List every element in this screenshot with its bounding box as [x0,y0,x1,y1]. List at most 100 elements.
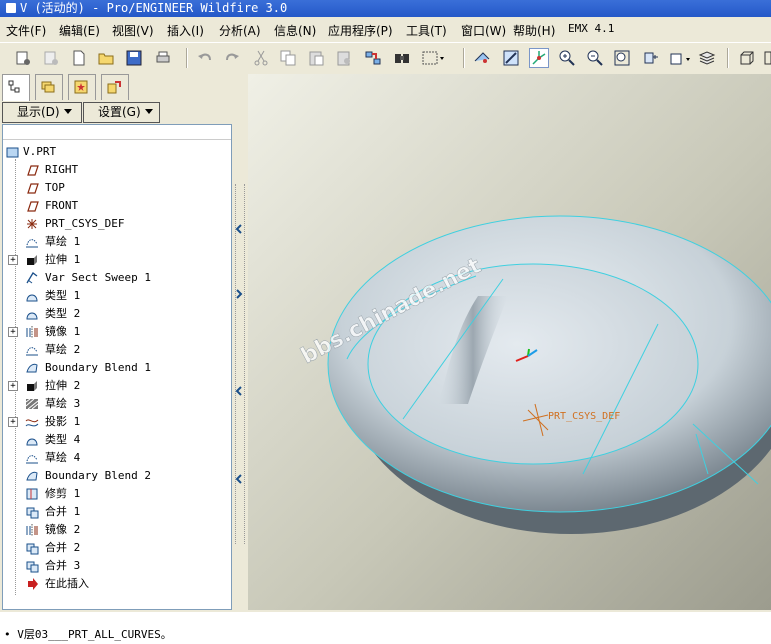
paste-icon[interactable] [307,49,325,67]
new-session-icon[interactable] [14,49,32,67]
boundary-blend-icon [26,471,38,481]
boundary-blend-icon [26,363,38,373]
copy-icon[interactable] [279,49,297,67]
tree-item-label: 草绘 3 [45,397,81,410]
menu-window[interactable]: 窗口(W) [461,22,506,39]
toolbar-overflow-icon[interactable] [763,49,771,67]
project-icon [25,419,39,427]
undo-icon[interactable] [196,49,214,67]
trim-icon [26,488,38,500]
layers-icon[interactable] [698,49,716,67]
zoom-in-icon[interactable] [558,49,576,67]
print-icon[interactable] [154,49,172,67]
tree-item-mirror[interactable]: + 镜像 1 [3,323,229,341]
find-icon[interactable] [393,49,411,67]
tree-item-sketch[interactable]: 草绘 2 [3,341,229,359]
graphics-window[interactable]: PRT_CSYS_DEF bbs.chinade.net [248,74,771,610]
orient-icon[interactable] [641,49,659,67]
menu-insert[interactable]: 插入(I) [167,22,204,39]
expand-icon[interactable]: + [8,255,18,265]
menu-emx[interactable]: EMX 4.1 [568,22,614,35]
refit-icon[interactable] [473,49,491,67]
repaint-icon[interactable] [502,49,520,67]
tree-item-label: 类型 4 [45,433,81,446]
tree-root[interactable]: V.PRT [3,143,229,161]
model-view[interactable]: PRT_CSYS_DEF bbs.chinade.net [248,74,771,610]
cut-icon[interactable] [252,49,270,67]
tree-item-csys[interactable]: PRT_CSYS_DEF [3,215,229,233]
tree-item-datum-plane[interactable]: TOP [3,179,229,197]
tree-item-sketch[interactable]: 草绘 4 [3,449,229,467]
tree-item-extrude[interactable]: + 拉伸 1 [3,251,229,269]
surface-icon [26,438,38,446]
open-file-disabled-icon[interactable] [42,49,60,67]
merge-icon [26,561,39,573]
menu-tools[interactable]: 工具(T) [406,22,447,39]
tree-item-sketch[interactable]: 草绘 1 [3,233,229,251]
menu-file[interactable]: 文件(F) [6,22,46,39]
tree-item-surface[interactable]: 类型 2 [3,305,229,323]
menu-info[interactable]: 信息(N) [274,22,316,39]
model-tree-tab[interactable] [2,74,30,101]
tree-item-label: RIGHT [45,163,79,176]
sweep-icon [26,272,38,284]
tree-item-boundary-blend[interactable]: Boundary Blend 1 [3,359,229,377]
expand-icon[interactable]: + [8,327,18,337]
display-label: 显示(D) [17,105,60,119]
menu-applications[interactable]: 应用程序(P) [328,22,393,39]
tree-item-extrude[interactable]: + 拉伸 2 [3,377,229,395]
expand-icon[interactable]: + [8,381,18,391]
collapse-left-icon[interactable] [235,474,243,484]
saved-views-icon[interactable] [669,49,691,67]
tree-item-label: 草绘 1 [45,235,81,248]
open-folder-icon[interactable] [97,49,115,67]
tree-item-project[interactable]: + 投影 1 [3,413,229,431]
collapse-left-icon[interactable] [235,224,243,234]
panel-splitter[interactable] [232,74,246,610]
tree-item-datum-plane[interactable]: FRONT [3,197,229,215]
tree-item-mirror[interactable]: 镜像 2 [3,521,229,539]
tree-column-header [3,125,231,140]
favorites-tab[interactable] [68,74,96,100]
datum-plane-icon [27,201,39,212]
zoom-fit-icon[interactable] [613,49,631,67]
chevron-down-icon [63,109,72,114]
tree-item-label: 镜像 1 [45,325,81,338]
redo-icon[interactable] [223,49,241,67]
new-file-icon[interactable] [70,49,88,67]
collapse-left-icon[interactable] [235,386,243,396]
menu-bar: 文件(F) 编辑(E) 视图(V) 插入(I) 分析(A) 信息(N) 应用程序… [0,19,771,41]
menu-edit[interactable]: 编辑(E) [59,22,100,39]
settings-dropdown[interactable]: 设置(G) [83,102,160,123]
layer-tree-tab[interactable] [35,74,63,100]
tree-item-trim[interactable]: 修剪 1 [3,485,229,503]
menu-view[interactable]: 视图(V) [112,22,154,39]
tree-item-label: 合并 1 [45,505,81,518]
tree-item-merge[interactable]: 合并 1 [3,503,229,521]
display-style-icon[interactable] [738,49,756,67]
save-icon[interactable] [125,49,143,67]
tree-item-boundary-blend[interactable]: Boundary Blend 2 [3,467,229,485]
zoom-out-icon[interactable] [586,49,604,67]
tree-item-sketch[interactable]: 草绘 3 [3,395,229,413]
menu-analysis[interactable]: 分析(A) [219,22,261,39]
expand-icon[interactable]: + [8,417,18,427]
expand-right-icon[interactable] [235,289,243,299]
tree-item-merge[interactable]: 合并 3 [3,557,229,575]
sketch-icon [26,347,38,356]
tree-item-surface[interactable]: 类型 4 [3,431,229,449]
tree-item-merge[interactable]: 合并 2 [3,539,229,557]
menu-help[interactable]: 帮助(H) [513,22,555,39]
regenerate-icon[interactable] [364,49,382,67]
tree-item-surface[interactable]: 类型 1 [3,287,229,305]
display-dropdown[interactable]: 显示(D) [2,102,82,123]
spin-center-icon[interactable] [529,48,549,68]
select-box-icon[interactable] [421,49,445,67]
tree-item-insert-here[interactable]: 在此插入 [3,575,229,593]
tree-root-label: V.PRT [23,145,57,158]
connections-tab[interactable] [101,74,129,100]
tree-item-sweep[interactable]: Var Sect Sweep 1 [3,269,229,287]
tree-item-datum-plane[interactable]: RIGHT [3,161,229,179]
paste-special-icon[interactable] [335,49,353,67]
tree-item-label: 类型 2 [45,307,81,320]
